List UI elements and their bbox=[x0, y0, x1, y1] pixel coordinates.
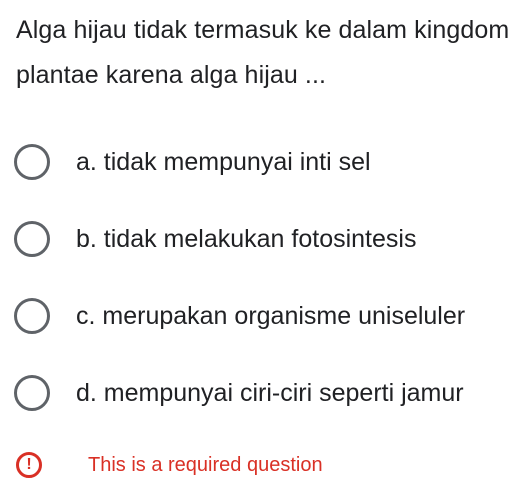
option-a[interactable]: a. tidak mempunyai inti sel bbox=[14, 142, 371, 182]
option-c-label: c. merupakan organisme uniseluler bbox=[76, 301, 466, 330]
option-d[interactable]: d. mempunyai ciri-ciri seperti jamur bbox=[14, 373, 464, 413]
radio-button-d[interactable] bbox=[14, 375, 50, 411]
radio-button-b[interactable] bbox=[14, 221, 50, 257]
option-a-label: a. tidak mempunyai inti sel bbox=[76, 147, 371, 176]
radio-button-c[interactable] bbox=[14, 298, 50, 334]
option-b-label: b. tidak melakukan fotosintesis bbox=[76, 224, 417, 253]
error-exclamation-icon: ! bbox=[16, 452, 42, 478]
required-warning: ! This is a required question bbox=[16, 452, 323, 478]
option-c[interactable]: c. merupakan organisme uniseluler bbox=[14, 296, 465, 336]
question-title: Alga hijau tidak termasuk ke dalam kingd… bbox=[16, 16, 510, 89]
required-message: This is a required question bbox=[88, 453, 323, 476]
option-d-label: d. mempunyai ciri-ciri seperti jamur bbox=[76, 378, 464, 407]
option-b[interactable]: b. tidak melakukan fotosintesis bbox=[14, 219, 416, 259]
radio-button-a[interactable] bbox=[14, 144, 50, 180]
